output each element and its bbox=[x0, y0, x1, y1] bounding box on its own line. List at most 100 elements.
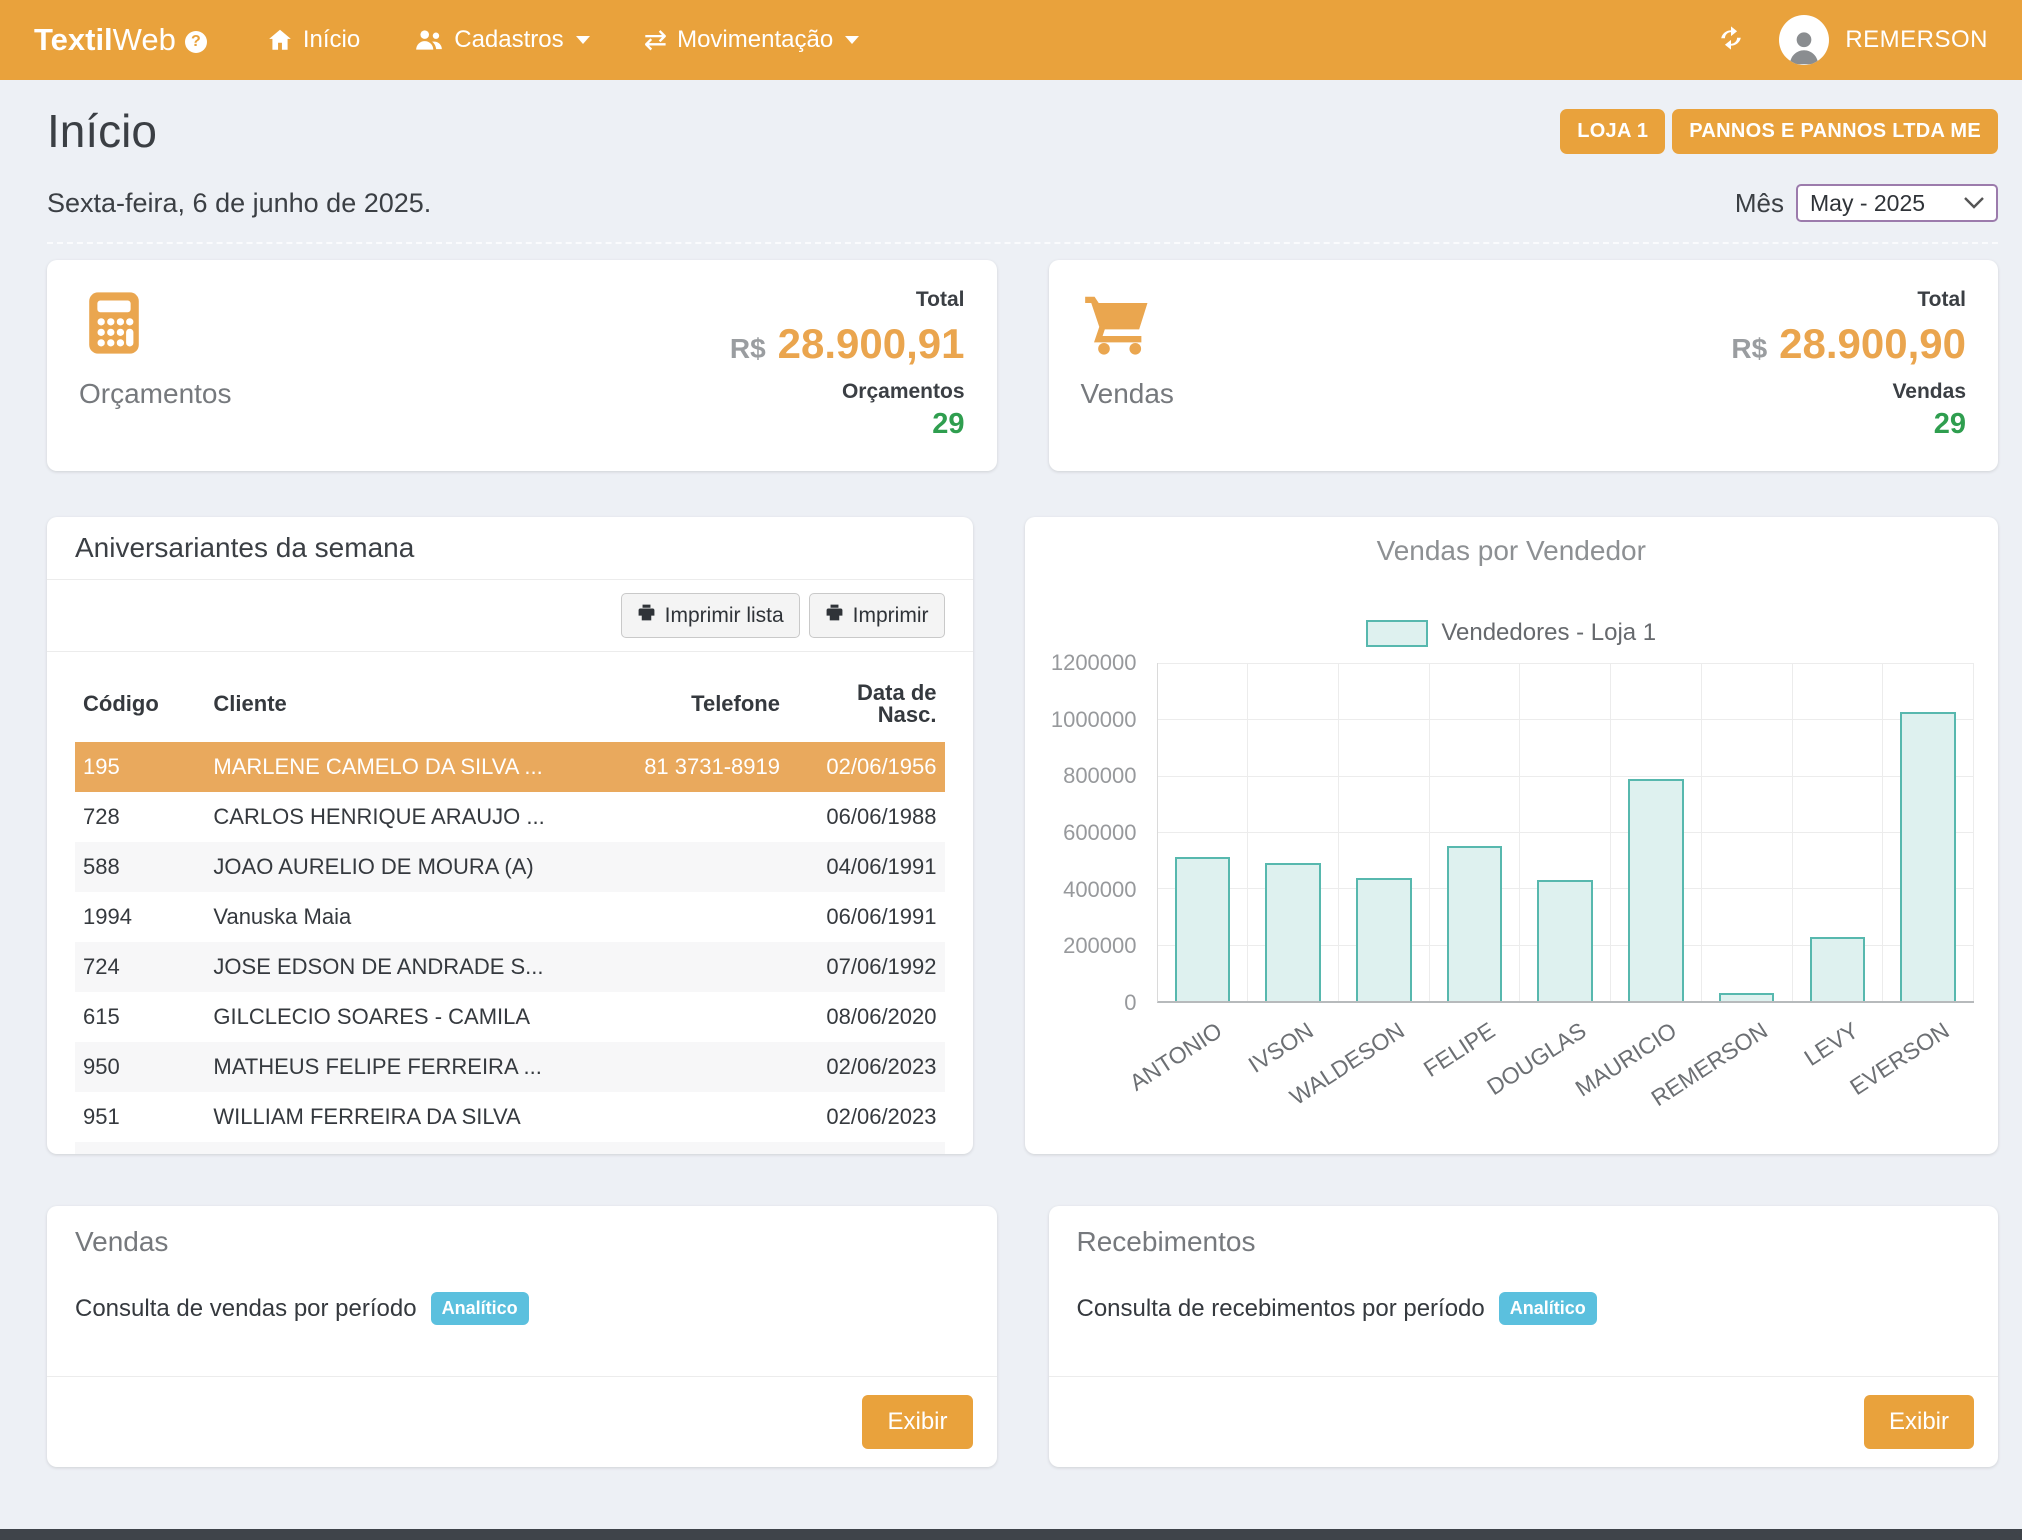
printer-icon bbox=[637, 603, 656, 628]
brand-bold: Textil bbox=[34, 22, 113, 57]
birthday-table-head-row: CódigoClienteTelefoneData de Nasc. bbox=[75, 652, 945, 742]
page-title: Início bbox=[47, 104, 157, 158]
total-label: Total bbox=[1731, 288, 1966, 312]
bar-waldeson bbox=[1356, 878, 1412, 1001]
legend-swatch bbox=[1366, 620, 1428, 647]
calculator-icon bbox=[79, 288, 149, 358]
table-row[interactable]: 587JULIANA LIMA DE ANDRADE99307-690705/0… bbox=[75, 1142, 945, 1154]
card-name: Orçamentos bbox=[79, 378, 232, 410]
exibir-button[interactable]: Exibir bbox=[862, 1395, 972, 1449]
print-button[interactable]: Imprimir bbox=[809, 593, 945, 638]
orcamentos-card: Orçamentos Total R$ 28.900,91 Orçamentos… bbox=[47, 260, 997, 471]
currency: R$ bbox=[730, 333, 766, 365]
table-row[interactable]: 588JOAO AURELIO DE MOURA (A)04/06/1991 bbox=[75, 842, 945, 892]
current-date: Sexta-feira, 6 de junho de 2025. bbox=[47, 188, 431, 219]
table-row[interactable]: 615GILCLECIO SOARES - CAMILA08/06/2020 bbox=[75, 992, 945, 1042]
total-label: Total bbox=[730, 288, 965, 312]
bar-douglas bbox=[1537, 880, 1593, 1001]
bar-remerson bbox=[1719, 993, 1775, 1001]
legend-label: Vendedores - Loja 1 bbox=[1441, 619, 1656, 647]
table-row[interactable]: 1994Vanuska Maia06/06/1991 bbox=[75, 892, 945, 942]
exibir-button[interactable]: Exibir bbox=[1864, 1395, 1974, 1449]
count-value: 29 bbox=[730, 408, 965, 441]
bar-ivson bbox=[1265, 863, 1321, 1001]
month-select[interactable]: May - 2025 bbox=[1796, 184, 1998, 222]
nav-item-cadastros[interactable]: Cadastros bbox=[414, 26, 589, 54]
nav-label: Movimentação bbox=[677, 26, 833, 54]
birthday-table-body: 195MARLENE CAMELO DA SILVA ...81 3731-89… bbox=[75, 742, 945, 1154]
table-row[interactable]: 951WILLIAM FERREIRA DA SILVA02/06/2023 bbox=[75, 1092, 945, 1142]
y-tick-label: 0 bbox=[1124, 990, 1136, 1016]
store-button[interactable]: LOJA 1 bbox=[1560, 109, 1665, 154]
nav-right: REMERSON bbox=[1717, 15, 1988, 65]
y-tick-label: 1000000 bbox=[1051, 707, 1137, 733]
card-description: Consulta de recebimentos por período bbox=[1077, 1295, 1485, 1323]
table-row[interactable]: 195MARLENE CAMELO DA SILVA ...81 3731-89… bbox=[75, 742, 945, 792]
printer-icon bbox=[825, 603, 844, 628]
footer-bar bbox=[0, 1529, 2022, 1540]
exchange-icon: ⇄ bbox=[644, 26, 667, 54]
total-amount: 28.900,90 bbox=[1779, 320, 1966, 368]
chevron-down-icon bbox=[845, 36, 859, 44]
column-header: Cliente bbox=[205, 652, 605, 742]
currency: R$ bbox=[1731, 333, 1767, 365]
avatar bbox=[1779, 15, 1829, 65]
chart-plot bbox=[1157, 663, 1975, 1003]
vendas-card: Vendas Total R$ 28.900,90 Vendas 29 bbox=[1049, 260, 1999, 471]
total-amount: 28.900,91 bbox=[778, 320, 965, 368]
chart-bars bbox=[1158, 663, 1975, 1001]
user-menu[interactable]: REMERSON bbox=[1779, 15, 1988, 65]
x-tick-label: IVSON bbox=[1244, 1017, 1319, 1079]
chart-title: Vendas por Vendedor bbox=[1049, 535, 1975, 567]
bar-mauricio bbox=[1628, 779, 1684, 1001]
chart-legend[interactable]: Vendedores - Loja 1 bbox=[1049, 619, 1975, 647]
column-header: Telefone bbox=[605, 652, 788, 742]
vendas-report-card: Vendas Consulta de vendas por período An… bbox=[47, 1206, 997, 1467]
x-tick-label: LEVY bbox=[1799, 1017, 1863, 1072]
print-list-button[interactable]: Imprimir lista bbox=[621, 593, 800, 638]
nav-item-movimentacao[interactable]: ⇄ Movimentação bbox=[644, 26, 860, 54]
bar-everson bbox=[1900, 712, 1956, 1001]
x-axis-labels: ANTONIOIVSONWALDESONFELIPEDOUGLASMAURICI… bbox=[1157, 1003, 1975, 1107]
help-icon[interactable]: ? bbox=[185, 31, 207, 53]
y-tick-label: 400000 bbox=[1063, 877, 1136, 903]
dashed-separator bbox=[47, 242, 1998, 244]
nav-item-inicio[interactable]: Início bbox=[267, 26, 360, 54]
company-button[interactable]: PANNOS E PANNOS LTDA ME bbox=[1672, 109, 1998, 154]
refresh-icon[interactable] bbox=[1717, 24, 1745, 57]
cart-icon bbox=[1081, 288, 1151, 358]
card-name: Vendas bbox=[1081, 378, 1174, 410]
count-value: 29 bbox=[1731, 408, 1966, 441]
recebimentos-report-card: Recebimentos Consulta de recebimentos po… bbox=[1049, 1206, 1999, 1467]
birthdays-title: Aniversariantes da semana bbox=[75, 532, 945, 564]
count-label: Orçamentos bbox=[730, 380, 965, 404]
chart-area: 120000010000008000006000004000002000000 … bbox=[1049, 663, 1975, 1107]
birthdays-card: Aniversariantes da semana Imprimir lista… bbox=[47, 517, 973, 1154]
month-select-value: May - 2025 bbox=[1810, 190, 1925, 217]
nav-label: Início bbox=[303, 26, 360, 54]
bar-levy bbox=[1810, 937, 1866, 1001]
table-row[interactable]: 950MATHEUS FELIPE FERREIRA ...02/06/2023 bbox=[75, 1042, 945, 1092]
home-icon bbox=[267, 27, 293, 53]
table-row[interactable]: 724JOSE EDSON DE ANDRADE S...07/06/1992 bbox=[75, 942, 945, 992]
user-name: REMERSON bbox=[1845, 26, 1988, 54]
nav-menu: Início Cadastros ⇄ Movimentação bbox=[267, 26, 859, 54]
analitico-badge: Analítico bbox=[431, 1292, 529, 1325]
month-label: Mês bbox=[1735, 188, 1784, 219]
button-label: Imprimir bbox=[853, 604, 929, 628]
column-header: Código bbox=[75, 652, 205, 742]
card-title: Vendas bbox=[75, 1226, 969, 1258]
x-tick-label: ANTONIO bbox=[1125, 1017, 1227, 1096]
y-tick-label: 200000 bbox=[1063, 933, 1136, 959]
page-header: Início LOJA 1 PANNOS E PANNOS LTDA ME bbox=[47, 104, 1998, 158]
column-header: Data de Nasc. bbox=[788, 652, 945, 742]
bar-felipe bbox=[1447, 846, 1503, 1001]
y-tick-label: 800000 bbox=[1063, 763, 1136, 789]
brand-logo[interactable]: TextilWeb ? bbox=[34, 22, 207, 58]
bar-antonio bbox=[1175, 857, 1231, 1001]
chevron-down-icon bbox=[576, 36, 590, 44]
sales-chart-card: Vendas por Vendedor Vendedores - Loja 1 … bbox=[1025, 517, 1999, 1154]
table-row[interactable]: 728CARLOS HENRIQUE ARAUJO ...06/06/1988 bbox=[75, 792, 945, 842]
brand-light: Web bbox=[113, 22, 176, 57]
analitico-badge: Analítico bbox=[1499, 1292, 1597, 1325]
